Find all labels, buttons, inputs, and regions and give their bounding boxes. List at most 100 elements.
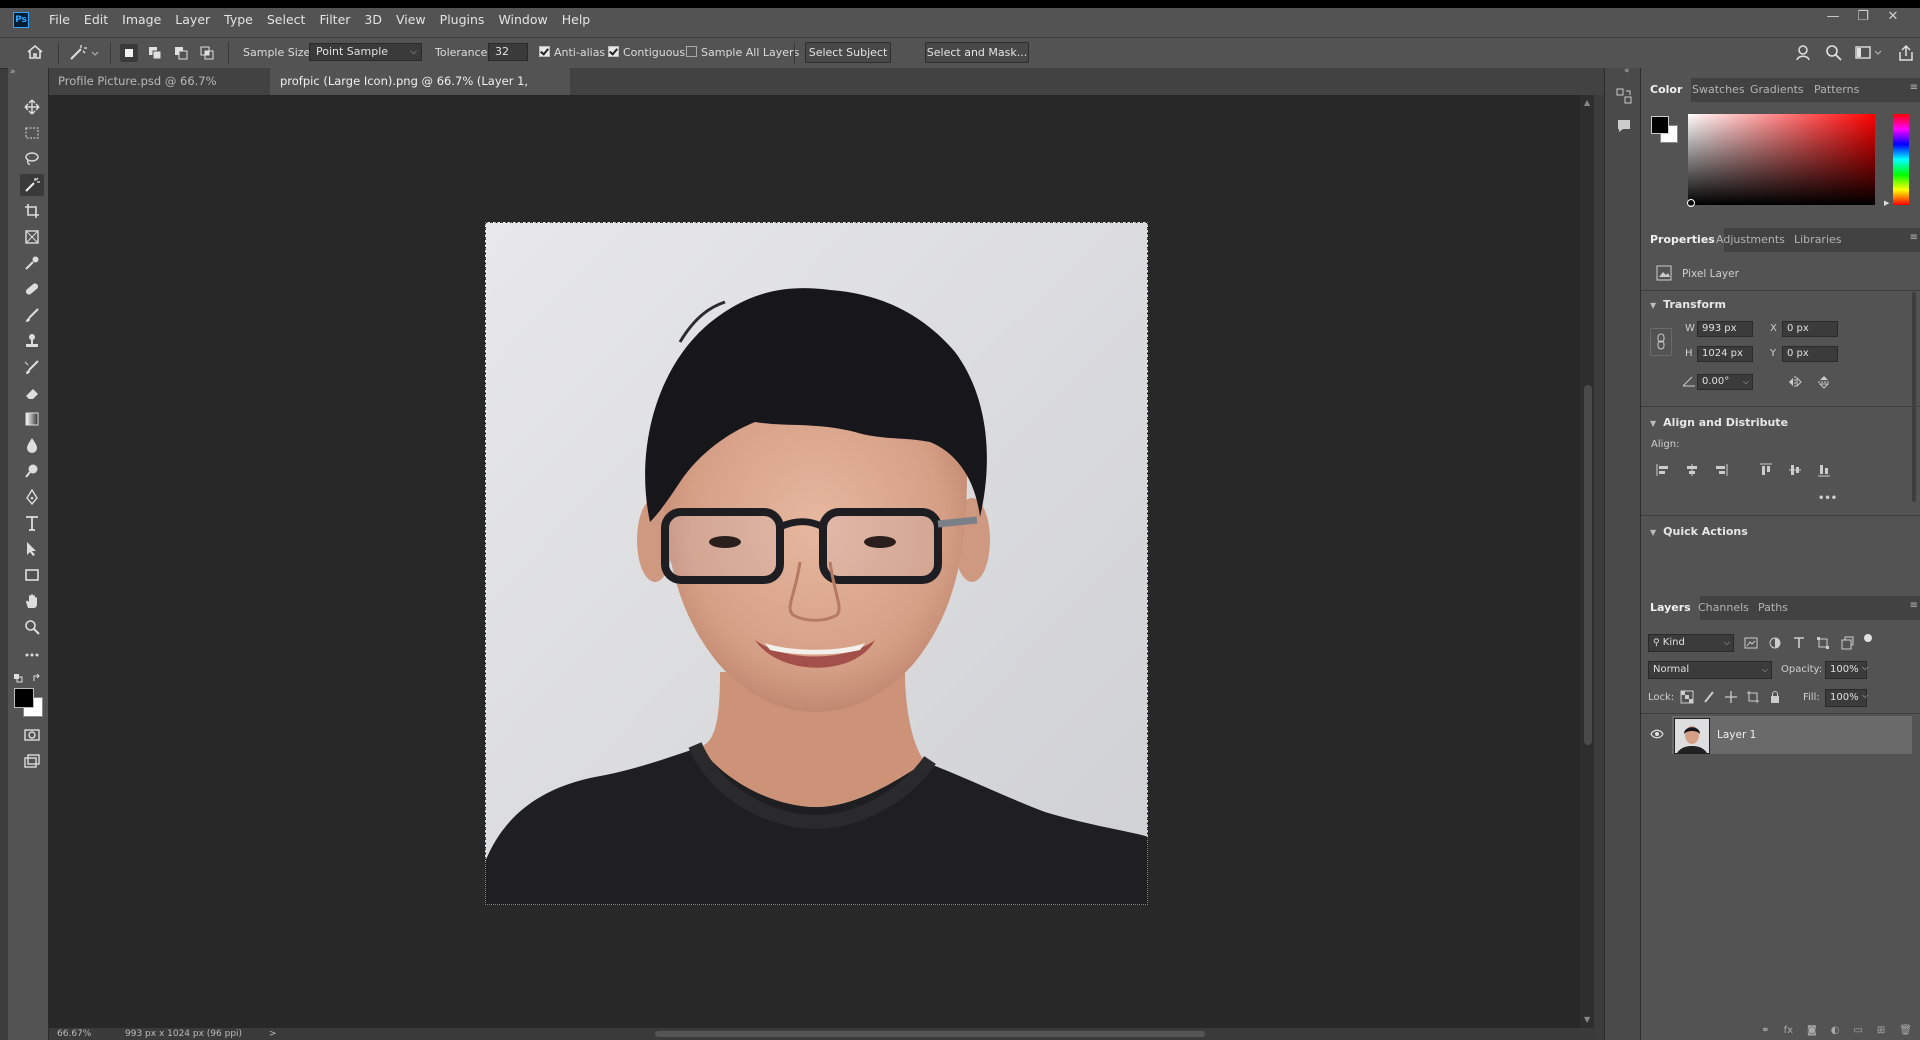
menu-view[interactable]: View xyxy=(389,11,433,29)
filter-type-icon[interactable] xyxy=(1792,636,1806,650)
scroll-up-icon[interactable]: ▲ xyxy=(1584,98,1590,107)
zoom-tool-icon[interactable] xyxy=(20,616,44,638)
menu-file[interactable]: File xyxy=(42,11,77,29)
x-input[interactable]: 0 px xyxy=(1782,321,1838,337)
hue-slider-marker-icon[interactable]: ▶ xyxy=(1884,199,1889,207)
minimize-button[interactable]: — xyxy=(1818,9,1848,24)
align-top-icon[interactable] xyxy=(1759,463,1773,477)
tab-paths[interactable]: Paths xyxy=(1749,596,1797,620)
status-menu-icon[interactable]: > xyxy=(269,1028,277,1040)
comments-panel-icon[interactable] xyxy=(1616,118,1632,134)
tab-libraries[interactable]: Libraries xyxy=(1785,228,1851,252)
align-bottom-icon[interactable] xyxy=(1817,463,1831,477)
menu-window[interactable]: Window xyxy=(491,11,554,29)
lock-position-icon[interactable] xyxy=(1724,690,1738,704)
clone-stamp-tool-icon[interactable] xyxy=(20,330,44,352)
vertical-scroll-thumb[interactable] xyxy=(1584,385,1592,745)
link-dimensions-button[interactable] xyxy=(1650,328,1672,356)
menu-filter[interactable]: Filter xyxy=(312,11,357,29)
tolerance-input[interactable]: 32 xyxy=(488,43,528,61)
tab-profpic[interactable]: profpic (Large Icon).png @ 66.7% (Layer … xyxy=(270,68,570,115)
lock-pixels-icon[interactable] xyxy=(1702,690,1716,704)
properties-scroll-thumb[interactable] xyxy=(1912,292,1916,502)
magic-wand-tool-icon[interactable] xyxy=(20,174,44,196)
frame-tool-icon[interactable] xyxy=(20,226,44,248)
panel-menu-icon[interactable]: ≡ xyxy=(1910,232,1918,243)
close-button[interactable]: ✕ xyxy=(1878,9,1908,24)
tab-channels[interactable]: Channels xyxy=(1689,596,1758,620)
add-to-selection-icon[interactable] xyxy=(146,44,164,62)
photoshop-logo[interactable]: Ps xyxy=(13,12,29,28)
link-layers-icon[interactable]: ⚭ xyxy=(1761,1025,1769,1040)
adjustment-layer-icon[interactable]: ◐ xyxy=(1831,1025,1840,1040)
healing-brush-tool-icon[interactable] xyxy=(20,278,44,300)
lock-all-icon[interactable] xyxy=(1768,690,1782,704)
foreground-color-swatch[interactable] xyxy=(14,688,34,708)
lock-artboard-icon[interactable] xyxy=(1746,690,1760,704)
gradient-tool-icon[interactable] xyxy=(20,408,44,430)
hand-tool-icon[interactable] xyxy=(20,590,44,612)
flip-horizontal-icon[interactable] xyxy=(1788,375,1802,389)
more-options-icon[interactable]: ••• xyxy=(1818,493,1837,504)
marquee-tool-icon[interactable] xyxy=(20,122,44,144)
history-panel-icon[interactable] xyxy=(1616,88,1632,104)
transform-section-header[interactable]: ▼ Transform xyxy=(1650,298,1726,311)
y-input[interactable]: 0 px xyxy=(1782,346,1838,362)
layer-style-fx-icon[interactable]: fx xyxy=(1784,1025,1793,1040)
intersect-selection-icon[interactable] xyxy=(198,44,216,62)
magic-wand-preset-icon[interactable] xyxy=(68,44,100,62)
filter-toggle-icon[interactable] xyxy=(1864,634,1872,642)
pen-tool-icon[interactable] xyxy=(20,486,44,508)
tab-gradients[interactable]: Gradients xyxy=(1741,78,1813,102)
menu-select[interactable]: Select xyxy=(260,11,313,29)
menu-help[interactable]: Help xyxy=(555,11,598,29)
restore-button[interactable]: ❐ xyxy=(1848,9,1878,24)
workspace-icon[interactable] xyxy=(1855,45,1883,61)
angle-input[interactable]: 0.00° ⌵ xyxy=(1697,374,1753,390)
layer-thumbnail[interactable] xyxy=(1674,718,1710,754)
filter-shape-icon[interactable] xyxy=(1816,636,1830,650)
add-mask-icon[interactable]: ◙ xyxy=(1807,1025,1817,1040)
contiguous-checkbox[interactable]: Contiguous xyxy=(608,45,685,61)
history-brush-tool-icon[interactable] xyxy=(20,356,44,378)
color-fg-swatch[interactable] xyxy=(1651,116,1669,134)
select-and-mask-button[interactable]: Select and Mask... xyxy=(925,42,1029,63)
fill-input[interactable]: 100% xyxy=(1825,689,1867,707)
menu-type[interactable]: Type xyxy=(217,11,260,29)
dodge-tool-icon[interactable] xyxy=(20,460,44,482)
anti-alias-checkbox[interactable]: Anti-alias xyxy=(539,45,605,61)
collapse-dock-icon[interactable]: « xyxy=(1624,66,1630,76)
swap-colors-icon[interactable] xyxy=(32,673,42,683)
delete-layer-icon[interactable]: 🗑 xyxy=(1899,1025,1912,1040)
blend-mode-select[interactable]: Normal ⌵ xyxy=(1648,661,1772,679)
scroll-down-icon[interactable]: ▼ xyxy=(1584,1015,1590,1024)
search-icon[interactable] xyxy=(1825,44,1843,62)
flip-vertical-icon[interactable] xyxy=(1817,375,1831,389)
layer-name[interactable]: Layer 1 xyxy=(1717,729,1756,741)
align-horizontal-center-icon[interactable] xyxy=(1685,463,1699,477)
more-tools-icon[interactable] xyxy=(20,644,44,666)
menu-plugins[interactable]: Plugins xyxy=(433,11,492,29)
panel-menu-icon[interactable]: ≡ xyxy=(1910,82,1918,93)
sample-all-layers-checkbox[interactable]: Sample All Layers xyxy=(686,45,799,61)
new-selection-icon[interactable] xyxy=(120,44,138,62)
opacity-dropdown-icon[interactable]: ⌵ xyxy=(1862,663,1868,673)
new-group-icon[interactable]: ▭ xyxy=(1853,1025,1862,1040)
crop-tool-icon[interactable] xyxy=(20,200,44,222)
color-field[interactable] xyxy=(1688,114,1875,205)
collapse-toolbar-icon[interactable]: » xyxy=(10,67,16,77)
lock-transparency-icon[interactable] xyxy=(1680,690,1694,704)
quick-mask-icon[interactable] xyxy=(20,724,44,746)
filter-smart-object-icon[interactable] xyxy=(1840,636,1854,650)
brush-tool-icon[interactable] xyxy=(20,304,44,326)
new-layer-icon[interactable]: ⊞ xyxy=(1877,1025,1885,1040)
align-section-header[interactable]: ▼ Align and Distribute xyxy=(1650,416,1788,429)
align-left-icon[interactable] xyxy=(1656,463,1670,477)
menu-edit[interactable]: Edit xyxy=(77,11,115,29)
hue-slider[interactable] xyxy=(1893,114,1909,205)
share-people-icon[interactable] xyxy=(1795,44,1813,62)
fill-dropdown-icon[interactable]: ⌵ xyxy=(1862,691,1868,701)
tab-adjustments[interactable]: Adjustments xyxy=(1707,228,1794,252)
subtract-from-selection-icon[interactable] xyxy=(172,44,190,62)
tab-patterns[interactable]: Patterns xyxy=(1805,78,1868,102)
